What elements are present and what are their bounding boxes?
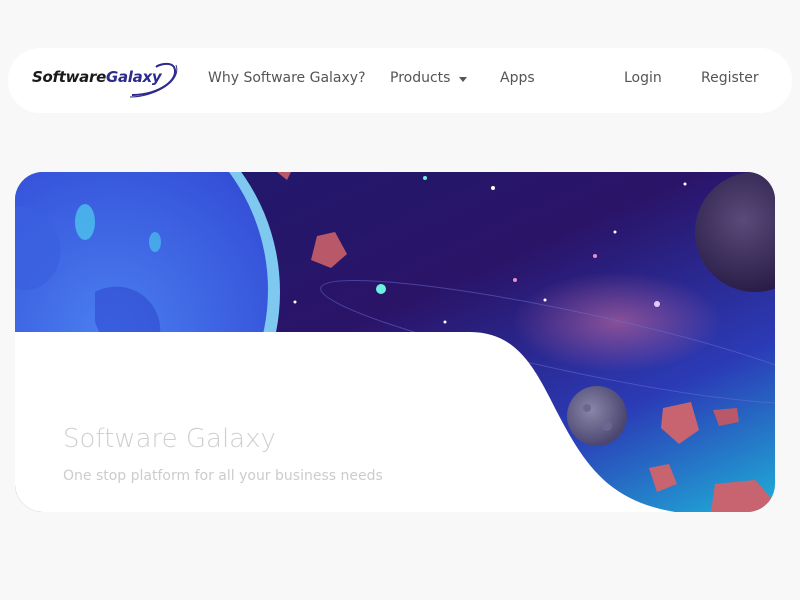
software-galaxy-logo[interactable]: SoftwareGalaxy — [30, 61, 180, 101]
register-link[interactable]: Register — [701, 70, 759, 86]
hero-title: Software Galaxy — [63, 424, 276, 454]
top-navbar: SoftwareGalaxy Why Software Galaxy? Prod… — [8, 48, 792, 113]
planet-grey — [567, 386, 627, 446]
logo-wordmark: SoftwareGalaxy — [32, 68, 162, 86]
nav-products[interactable]: Products — [390, 70, 450, 86]
nav-apps[interactable]: Apps — [500, 70, 535, 86]
space-illustration — [15, 172, 775, 512]
logo-main-text: Software — [32, 68, 106, 86]
login-link[interactable]: Login — [624, 70, 662, 86]
caret-down-icon[interactable] — [459, 77, 467, 82]
hero-subtitle: One stop platform for all your business … — [63, 468, 383, 484]
hero-banner: Software Galaxy One stop platform for al… — [15, 172, 775, 512]
logo-accent-text: Galaxy — [105, 68, 162, 86]
nav-why-software-galaxy[interactable]: Why Software Galaxy? — [208, 70, 366, 86]
